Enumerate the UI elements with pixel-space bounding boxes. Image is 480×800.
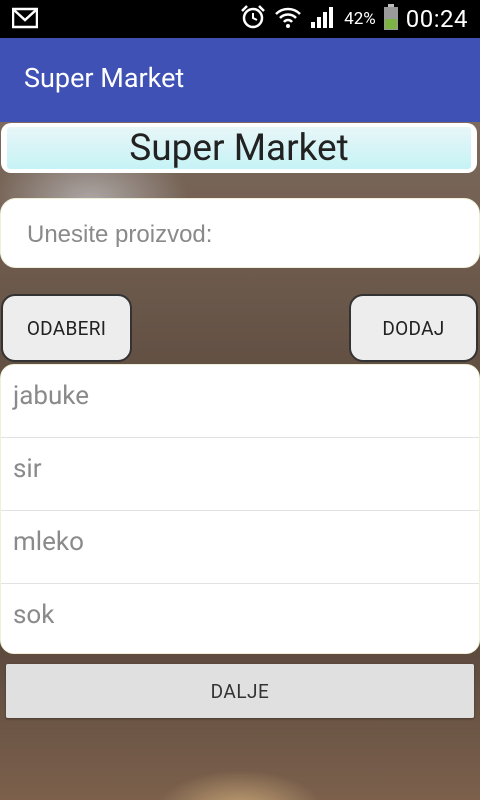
header-banner: Super Market [7,127,471,170]
list-item[interactable]: jabuke [1,365,479,438]
product-input[interactable] [25,217,459,253]
battery-icon [383,4,398,34]
product-input-container [0,198,480,268]
clock: 00:24 [405,5,468,33]
list-item[interactable]: sir [1,438,479,511]
header-title: Super Market [129,127,349,170]
status-bar: 42% 00:24 [0,0,480,38]
list-item[interactable]: mleko [1,511,479,584]
select-button[interactable]: ODABERI [1,294,132,362]
header-box: Super Market [1,123,477,173]
product-list: jabuke sir mleko sok [0,364,480,654]
alarm-icon [240,4,266,34]
gmail-icon [11,7,39,33]
wifi-icon [274,5,302,33]
app-title: Super Market [24,62,185,94]
battery-percent: 42% [344,9,376,29]
add-button[interactable]: DODAJ [349,294,478,362]
list-item[interactable]: sok [1,584,479,653]
signal-icon [310,5,336,33]
next-button[interactable]: DALJE [6,664,474,718]
app-bar: Super Market [0,38,480,122]
